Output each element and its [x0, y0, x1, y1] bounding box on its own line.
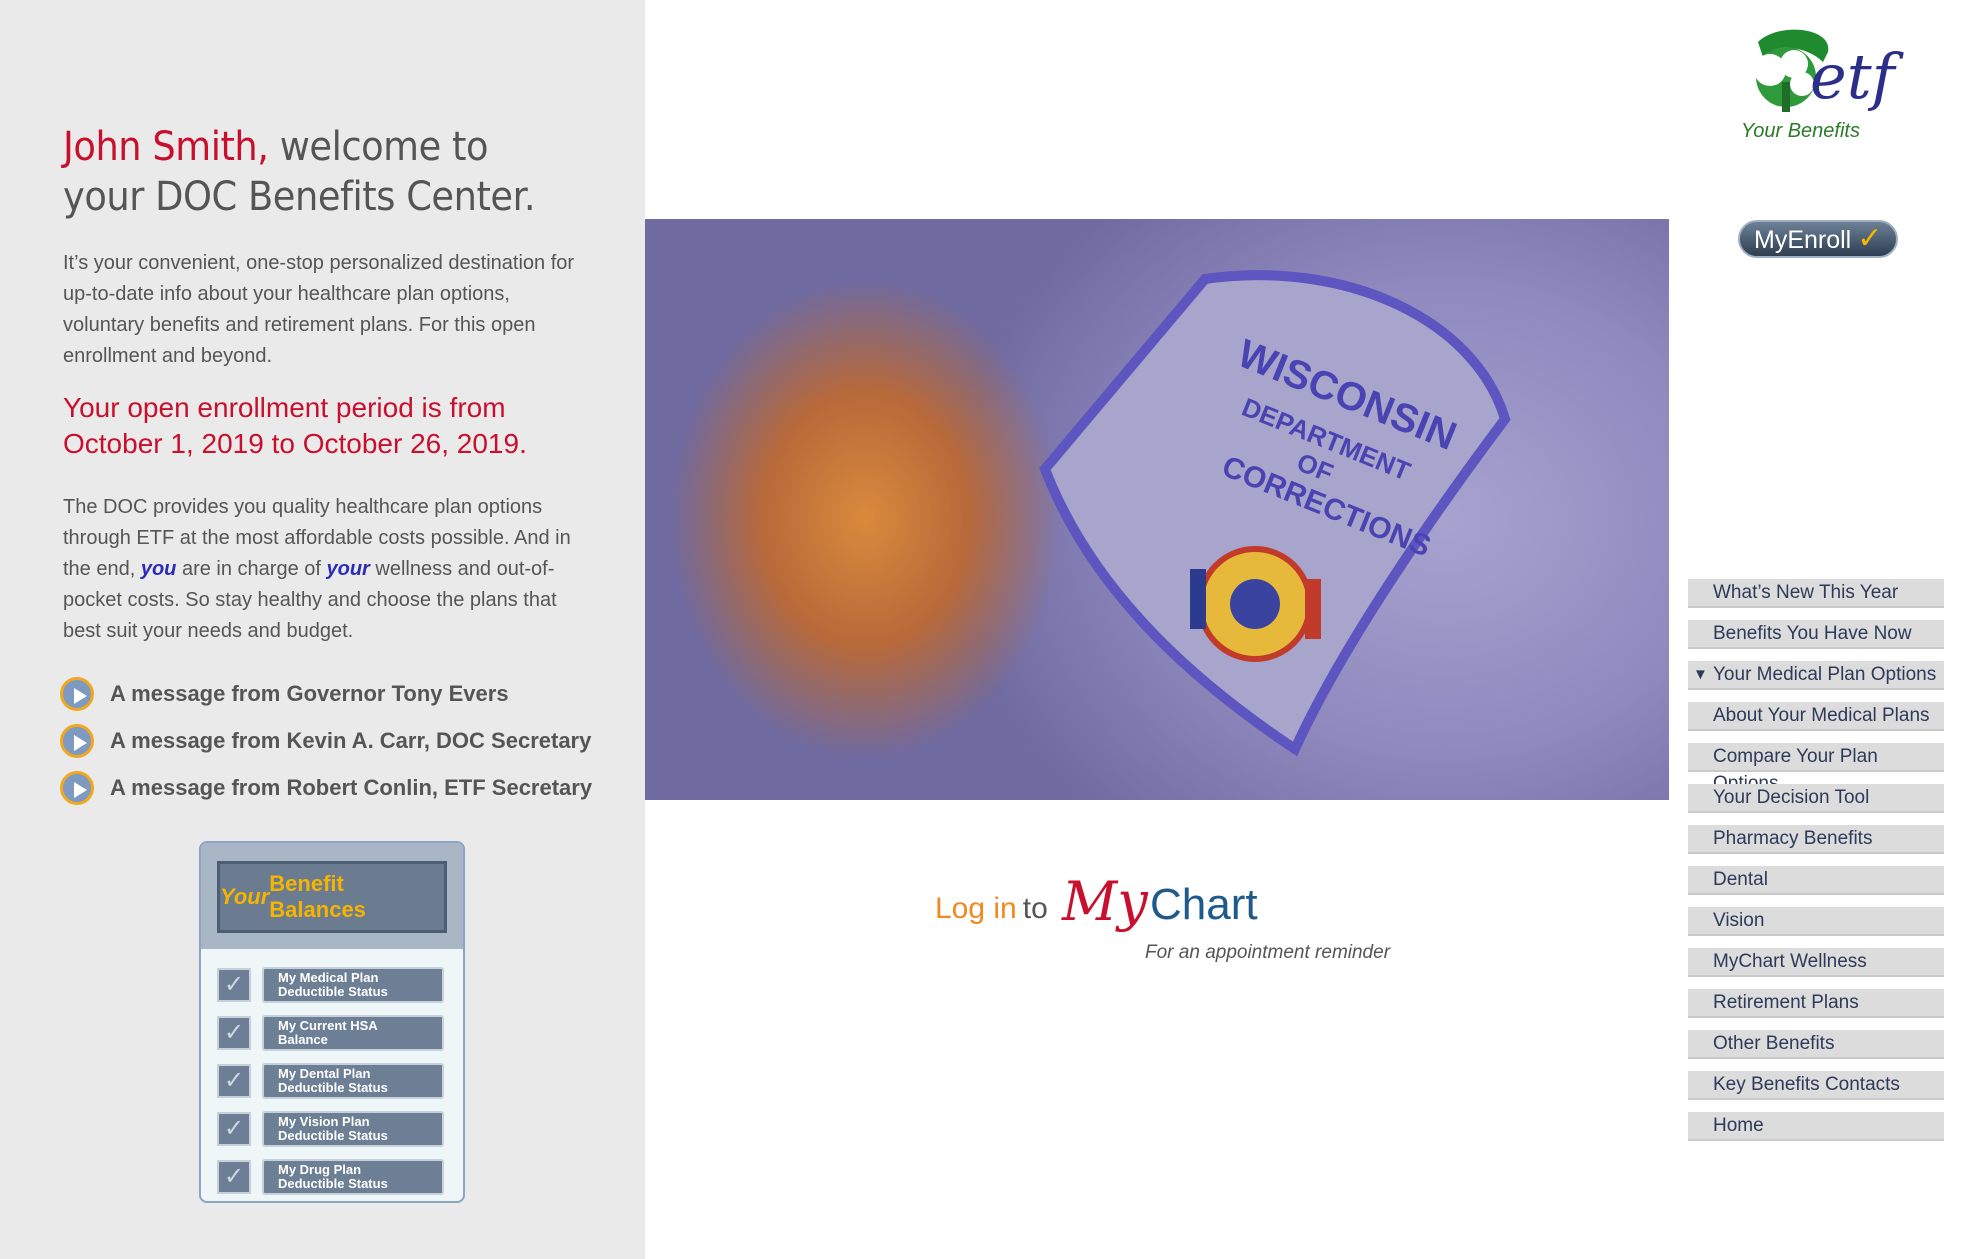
user-name: John Smith, [63, 124, 269, 170]
message-link-doc-secretary[interactable]: A message from Kevin A. Carr, DOC Secret… [60, 717, 640, 764]
play-icon[interactable] [60, 770, 94, 805]
logo-tagline: Your Benefits [1741, 120, 1860, 142]
benefit-balances-title: Your Benefit Balances [217, 861, 447, 933]
nav-item-key-contacts[interactable]: Key Benefits Contacts [1688, 1071, 1944, 1100]
balance-row-hsa: ✓ My Current HSA Balance [217, 1009, 453, 1057]
nav-item-label[interactable]: Key Benefits Contacts [1713, 1074, 1900, 1095]
nav-item-label[interactable]: Home [1713, 1115, 1764, 1136]
message-label[interactable]: A message from Robert Conlin, ETF Secret… [110, 775, 592, 801]
body-text: The DOC provides you quality healthcare … [63, 492, 583, 647]
etf-wordmark: etf [1810, 40, 1895, 113]
nav-item-label[interactable]: Vision [1713, 910, 1764, 931]
balance-list: ✓ My Medical Plan Deductible Status ✓ My… [217, 961, 453, 1201]
message-link-etf-secretary[interactable]: A message from Robert Conlin, ETF Secret… [60, 764, 640, 811]
checkmark-icon: ✓ [217, 1016, 251, 1050]
message-label[interactable]: A message from Governor Tony Evers [110, 681, 509, 707]
nav-item-compare-plan-options[interactable]: Compare Your Plan Options [1688, 743, 1944, 794]
nav-item-pharmacy-benefits[interactable]: Pharmacy Benefits [1688, 825, 1944, 854]
nav-item-vision[interactable]: Vision [1688, 907, 1944, 936]
message-label[interactable]: A message from Kevin A. Carr, DOC Secret… [110, 728, 591, 754]
welcome-heading: John Smith, welcome to your DOC Benefits… [63, 122, 560, 222]
nav-item-benefits-you-have-now[interactable]: Benefits You Have Now [1688, 620, 1944, 649]
medical-deductible-button[interactable]: My Medical Plan Deductible Status [262, 967, 444, 1003]
nav-item-home[interactable]: Home [1688, 1112, 1944, 1141]
body-text-part: are in charge of [176, 558, 327, 580]
benefits-nav-menu: What’s New This Year Benefits You Have N… [1688, 579, 1944, 1153]
nav-item-dental[interactable]: Dental [1688, 866, 1944, 895]
nav-item-label[interactable]: Benefits You Have Now [1713, 623, 1912, 644]
nav-item-label[interactable]: Your Medical Plan Options [1713, 664, 1936, 685]
mychart-logo-chart: Chart [1150, 880, 1258, 929]
myenroll-label[interactable]: MyEnroll [1754, 226, 1851, 254]
checkmark-icon: ✓ [217, 1112, 251, 1146]
nav-item-whats-new[interactable]: What’s New This Year [1688, 579, 1944, 608]
nav-item-label[interactable]: Other Benefits [1713, 1033, 1834, 1054]
video-messages: A message from Governor Tony Evers A mes… [60, 670, 640, 811]
drug-deductible-button[interactable]: My Drug Plan Deductible Status [262, 1159, 444, 1195]
left-panel: John Smith, welcome to your DOC Benefits… [0, 0, 645, 1259]
login-text[interactable]: Log in to [935, 892, 1048, 926]
to-label: to [1022, 892, 1048, 925]
checkmark-icon: ✓ [217, 1064, 251, 1098]
body-emphasis-your: your [326, 558, 370, 580]
balance-row-medical: ✓ My Medical Plan Deductible Status [217, 961, 453, 1009]
hero-image-uniform-patch: WISCONSIN DEPARTMENT OF CORRECTIONS [645, 219, 1669, 800]
checkmark-icon: ✓ [1857, 222, 1883, 255]
nav-item-about-medical-plans[interactable]: About Your Medical Plans [1688, 702, 1944, 731]
checkmark-icon: ✓ [217, 968, 251, 1002]
nav-item-medical-plan-options[interactable]: ▼ Your Medical Plan Options [1688, 661, 1944, 690]
nav-item-other-benefits[interactable]: Other Benefits [1688, 1030, 1944, 1059]
corrections-patch: WISCONSIN DEPARTMENT OF CORRECTIONS [1039, 270, 1511, 757]
title-rest: Benefit Balances [269, 871, 366, 922]
nav-item-mychart-wellness[interactable]: MyChart Wellness [1688, 948, 1944, 977]
mychart-logo-my: My [1062, 870, 1148, 933]
message-link-governor[interactable]: A message from Governor Tony Evers [60, 670, 640, 717]
vision-deductible-button[interactable]: My Vision Plan Deductible Status [262, 1111, 444, 1147]
benefit-balances-header: Your Benefit Balances [201, 843, 463, 949]
nav-item-retirement-plans[interactable]: Retirement Plans [1688, 989, 1944, 1018]
balance-row-drug: ✓ My Drug Plan Deductible Status [217, 1153, 453, 1201]
checkmark-icon: ✓ [217, 1160, 251, 1194]
etf-logo[interactable]: etf Your Benefits [1738, 22, 1918, 147]
play-icon[interactable] [60, 676, 94, 711]
login-label[interactable]: Log in [935, 892, 1017, 925]
nav-item-label[interactable]: What’s New This Year [1713, 582, 1898, 603]
enrollment-period-text: Your open enrollment period is from Octo… [63, 392, 527, 459]
hsa-balance-button[interactable]: My Current HSA Balance [262, 1015, 444, 1051]
benefit-balances-widget: Your Benefit Balances ✓ My Medical Plan … [199, 841, 465, 1203]
balance-row-vision: ✓ My Vision Plan Deductible Status [217, 1105, 453, 1153]
play-icon[interactable] [60, 723, 94, 758]
triangle-down-icon: ▼ [1693, 666, 1708, 683]
myenroll-button[interactable]: MyEnroll ✓ [1738, 220, 1898, 258]
mychart-login-link[interactable]: Log in to My Chart For an appointment rem… [935, 870, 1415, 980]
title-your: Your [220, 884, 270, 909]
nav-item-label[interactable]: About Your Medical Plans [1713, 705, 1930, 726]
nav-item-label[interactable]: Retirement Plans [1713, 992, 1859, 1013]
intro-text: It’s your convenient, one-stop personali… [63, 252, 575, 367]
balance-row-dental: ✓ My Dental Plan Deductible Status [217, 1057, 453, 1105]
dental-deductible-button[interactable]: My Dental Plan Deductible Status [262, 1063, 444, 1099]
body-emphasis-you: you [140, 558, 177, 580]
nav-item-label[interactable]: Pharmacy Benefits [1713, 828, 1872, 849]
nav-item-decision-tool[interactable]: Your Decision Tool [1688, 784, 1944, 813]
nav-item-label[interactable]: MyChart Wellness [1713, 951, 1867, 972]
nav-item-label[interactable]: Dental [1713, 869, 1768, 890]
nav-item-label[interactable]: Your Decision Tool [1713, 787, 1869, 808]
appointment-reminder-text: For an appointment reminder [1145, 942, 1391, 963]
